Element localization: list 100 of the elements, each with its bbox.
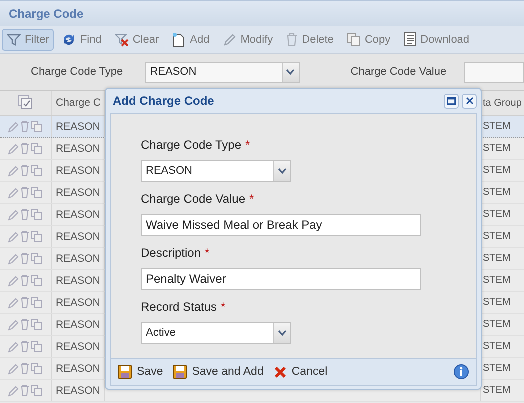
new-document-icon: [172, 32, 186, 48]
filter-icon: [7, 32, 21, 46]
pencil-icon[interactable]: [8, 252, 19, 264]
trash-icon[interactable]: [20, 384, 30, 396]
pencil-icon[interactable]: [8, 318, 19, 330]
pencil-icon[interactable]: [8, 230, 19, 242]
dialog-button[interactable]: Save: [116, 365, 166, 379]
table-cell: REASON: [56, 164, 100, 176]
table-cell: REASON: [56, 230, 100, 242]
table-cell: STEM: [483, 143, 511, 154]
copy-icon[interactable]: [31, 274, 43, 286]
toolbar-button[interactable]: Find: [57, 28, 107, 50]
pencil-icon[interactable]: [8, 186, 19, 198]
type-dropdown[interactable]: REASON: [145, 62, 300, 82]
trash-icon[interactable]: [20, 362, 30, 374]
toolbar-button[interactable]: Delete: [281, 28, 339, 50]
field-label: Record Status: [141, 300, 218, 314]
column-header[interactable]: Charge C: [56, 97, 101, 109]
pencil-icon[interactable]: [8, 120, 19, 132]
cancel-icon: [274, 366, 287, 378]
table-cell: REASON: [56, 186, 100, 198]
pencil-icon[interactable]: [8, 208, 19, 220]
copy-icon[interactable]: [31, 142, 43, 154]
trash-icon[interactable]: [20, 340, 30, 352]
clear-filter-icon: [114, 32, 129, 46]
copy-icon[interactable]: [31, 340, 43, 352]
trash-icon[interactable]: [20, 186, 30, 198]
pencil-icon[interactable]: [8, 384, 19, 396]
table-cell: STEM: [483, 121, 511, 132]
table-cell: STEM: [483, 319, 511, 330]
maximize-button[interactable]: [444, 94, 459, 108]
table-cell: REASON: [56, 318, 100, 330]
pencil-icon[interactable]: [8, 340, 19, 352]
dropdown[interactable]: Active: [141, 322, 291, 344]
value-field[interactable]: [464, 62, 524, 82]
toolbar-button[interactable]: Copy: [342, 28, 396, 50]
trash-icon: [286, 32, 298, 46]
table-cell: STEM: [483, 253, 511, 264]
field-label: Charge Code Value: [350, 66, 448, 78]
toolbar-button[interactable]: Filter: [2, 28, 54, 50]
copy-icon[interactable]: [31, 318, 43, 330]
copy-icon[interactable]: [31, 208, 43, 220]
dialog-button[interactable]: Cancel: [272, 366, 330, 378]
table-cell: STEM: [483, 297, 511, 308]
field-label: Description: [141, 246, 202, 260]
field-label: Charge Code Type: [141, 138, 242, 152]
pencil-icon[interactable]: [8, 296, 19, 308]
toolbar-button[interactable]: Modify: [218, 28, 278, 50]
pencil-icon[interactable]: [8, 362, 19, 374]
dropdown[interactable]: REASON: [141, 160, 291, 182]
panel-title: Charge Code: [9, 6, 84, 20]
table-cell: REASON: [56, 208, 100, 220]
required-mark: *: [221, 300, 226, 314]
trash-icon[interactable]: [20, 120, 30, 132]
table-cell: STEM: [483, 363, 511, 374]
trash-icon[interactable]: [20, 142, 30, 154]
input-field[interactable]: Penalty Waiver: [141, 268, 421, 290]
pencil-icon[interactable]: [8, 142, 19, 154]
copy-icon[interactable]: [31, 384, 43, 396]
trash-icon[interactable]: [20, 318, 30, 330]
trash-icon[interactable]: [20, 296, 30, 308]
table-cell: STEM: [483, 341, 511, 352]
table-cell: REASON: [56, 252, 100, 264]
trash-icon[interactable]: [20, 274, 30, 286]
column-header[interactable]: ta Group: [483, 98, 522, 108]
copy-icon[interactable]: [31, 230, 43, 242]
table-cell: STEM: [483, 209, 511, 220]
copy-icon: [346, 32, 361, 46]
dialog-button[interactable]: Save and Add: [171, 365, 266, 379]
required-mark: *: [246, 138, 250, 152]
pencil-icon: [222, 32, 237, 46]
table-cell: REASON: [56, 120, 100, 132]
table-cell: STEM: [483, 165, 511, 176]
table-cell: REASON: [56, 384, 100, 396]
table-cell: REASON: [56, 340, 100, 352]
copy-icon[interactable]: [31, 120, 43, 132]
pencil-icon[interactable]: [8, 274, 19, 286]
info-icon[interactable]: [453, 364, 470, 380]
toolbar-button[interactable]: Add: [167, 28, 215, 50]
trash-icon[interactable]: [20, 230, 30, 242]
refresh-icon: [62, 32, 76, 46]
table-cell: REASON: [56, 142, 100, 154]
table-cell: REASON: [56, 296, 100, 308]
trash-icon[interactable]: [20, 164, 30, 176]
copy-icon[interactable]: [31, 296, 43, 308]
pencil-icon[interactable]: [8, 164, 19, 176]
toolbar-button[interactable]: Clear: [110, 28, 164, 50]
toolbar-button[interactable]: Download: [398, 28, 475, 50]
table-cell: REASON: [56, 274, 100, 286]
input-field[interactable]: Waive Missed Meal or Break Pay: [141, 214, 421, 236]
copy-icon[interactable]: [31, 362, 43, 374]
copy-icon[interactable]: [31, 186, 43, 198]
copy-icon[interactable]: [31, 164, 43, 176]
close-button[interactable]: [462, 94, 477, 108]
table-cell: REASON: [56, 362, 100, 374]
trash-icon[interactable]: [20, 208, 30, 220]
copy-icon[interactable]: [31, 252, 43, 264]
trash-icon[interactable]: [20, 252, 30, 264]
table-cell: STEM: [483, 275, 511, 286]
required-mark: *: [205, 246, 210, 260]
